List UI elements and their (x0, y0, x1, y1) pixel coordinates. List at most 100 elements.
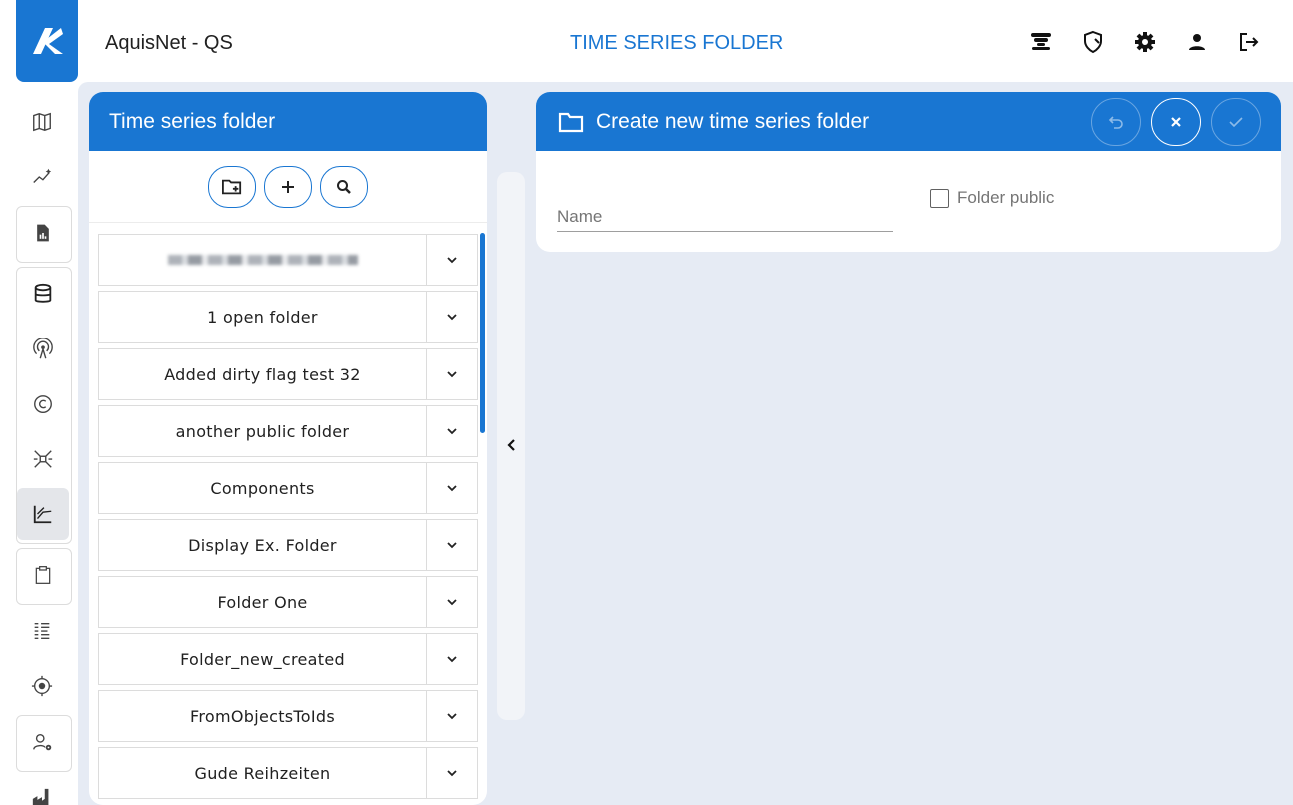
gear-icon[interactable] (1131, 28, 1159, 56)
list-item[interactable]: Folder One (98, 576, 478, 628)
folder-public-checkbox[interactable]: Folder public (930, 188, 1054, 208)
add-icon (282, 180, 294, 193)
close-icon (1171, 117, 1181, 127)
collapse-panel-button[interactable] (501, 433, 521, 457)
folder-name: Folder One (217, 592, 308, 612)
user-icon[interactable] (1183, 28, 1211, 56)
app-title: AquisNet - QS (105, 32, 233, 54)
chevron-down-icon (447, 257, 457, 264)
folder-name: Components (210, 478, 315, 498)
list-item[interactable]: FromObjectsToIds (98, 690, 478, 742)
satellite-icon (33, 450, 53, 468)
sidebar-item-map[interactable] (16, 96, 68, 148)
page-title: TIME SERIES FOLDER (570, 32, 784, 54)
expand-button[interactable] (426, 520, 477, 570)
expand-button[interactable] (426, 349, 477, 399)
sidebar-item-factory[interactable] (16, 772, 68, 805)
name-input[interactable] (557, 202, 893, 231)
list-item[interactable]: another public folder (98, 405, 478, 457)
target-icon (31, 675, 53, 697)
folder-name: 1 open folder (207, 307, 318, 327)
broadcast-icon (33, 338, 53, 359)
chevron-down-icon (447, 371, 457, 378)
expand-button[interactable] (426, 406, 477, 456)
factory-icon (32, 788, 49, 805)
sidebar-item-broadcast[interactable] (17, 323, 69, 375)
list-item[interactable]: 1 open folder (98, 291, 478, 343)
chart-sparkle-icon (33, 168, 52, 183)
sidebar-item-copyright[interactable] (17, 378, 69, 430)
folder-panel: Time series folder 1 open folder Added d… (89, 92, 487, 805)
sidebar-item-user-settings[interactable] (17, 716, 69, 768)
copyright-icon (34, 395, 52, 413)
add-button[interactable] (264, 165, 312, 208)
sidebar-item-list[interactable] (16, 605, 68, 657)
sidebar-item-database[interactable] (17, 268, 69, 320)
list-item[interactable]: Gude Reihzeiten (98, 747, 478, 799)
logout-icon[interactable] (1235, 28, 1263, 56)
close-button[interactable] (1151, 98, 1201, 146)
list-item[interactable] (98, 234, 478, 286)
sidebar-item-analysis[interactable] (16, 151, 68, 203)
confirm-button[interactable] (1211, 98, 1261, 146)
new-folder-button[interactable] (208, 165, 256, 208)
undo-icon (1108, 116, 1123, 129)
line-chart-icon (33, 505, 52, 524)
top-bar: AquisNet - QS TIME SERIES FOLDER (0, 0, 1293, 82)
redacted-text (167, 255, 358, 265)
shield-icon[interactable] (1079, 28, 1107, 56)
checkbox[interactable] (930, 188, 949, 208)
new-folder-icon (222, 179, 242, 194)
check-icon (1229, 117, 1243, 128)
map-icon (33, 112, 51, 132)
create-folder-title: Create new time series folder (596, 109, 870, 133)
name-field[interactable] (557, 202, 893, 232)
tornado-icon[interactable] (1027, 28, 1055, 56)
sidebar-item-satellite[interactable] (17, 433, 69, 485)
chevron-down-icon (447, 428, 457, 435)
sidebar-item-target[interactable] (16, 660, 68, 712)
folder-public-label: Folder public (957, 188, 1055, 207)
chevron-down-icon (447, 599, 457, 606)
sidebar (16, 96, 72, 805)
chevron-down-icon (447, 713, 457, 720)
user-settings-icon (33, 733, 52, 751)
folder-name: Gude Reihzeiten (194, 763, 331, 783)
expand-button[interactable] (426, 235, 477, 285)
expand-button[interactable] (426, 691, 477, 741)
expand-button[interactable] (426, 748, 477, 798)
sidebar-item-reports[interactable] (17, 207, 69, 259)
folder-name: Added dirty flag test 32 (164, 364, 361, 384)
database-icon (34, 283, 52, 303)
list-icon (34, 622, 50, 640)
create-folder-panel: Create new time series folder Folder pub… (536, 92, 1281, 252)
list-item[interactable]: Components (98, 462, 478, 514)
search-button[interactable] (320, 165, 368, 208)
clipboard-icon (35, 566, 51, 584)
list-item[interactable]: Added dirty flag test 32 (98, 348, 478, 400)
sidebar-item-time-series[interactable] (17, 488, 69, 540)
folder-list: 1 open folder Added dirty flag test 32 a… (98, 234, 478, 804)
undo-button[interactable] (1091, 98, 1141, 146)
chevron-down-icon (447, 542, 457, 549)
expand-button[interactable] (426, 577, 477, 627)
folder-list-scrollbar[interactable] (480, 233, 485, 433)
expand-button[interactable] (426, 292, 477, 342)
expand-button[interactable] (426, 463, 477, 513)
folder-name: Display Ex. Folder (188, 535, 337, 555)
list-item[interactable]: Display Ex. Folder (98, 519, 478, 571)
folder-name-redacted (99, 235, 426, 285)
list-item[interactable]: Folder_new_created (98, 633, 478, 685)
sidebar-item-clipboard[interactable] (17, 549, 69, 601)
expand-button[interactable] (426, 634, 477, 684)
chevron-left-icon (507, 439, 515, 451)
chevron-down-icon (447, 485, 457, 492)
folder-panel-title: Time series folder (89, 92, 487, 151)
folder-icon (558, 112, 584, 132)
folder-name: Folder_new_created (180, 649, 345, 669)
folder-name: another public folder (175, 421, 350, 441)
folder-toolbar (89, 151, 487, 223)
app-logo[interactable] (16, 0, 78, 82)
chevron-down-icon (447, 770, 457, 777)
search-icon (337, 179, 351, 194)
